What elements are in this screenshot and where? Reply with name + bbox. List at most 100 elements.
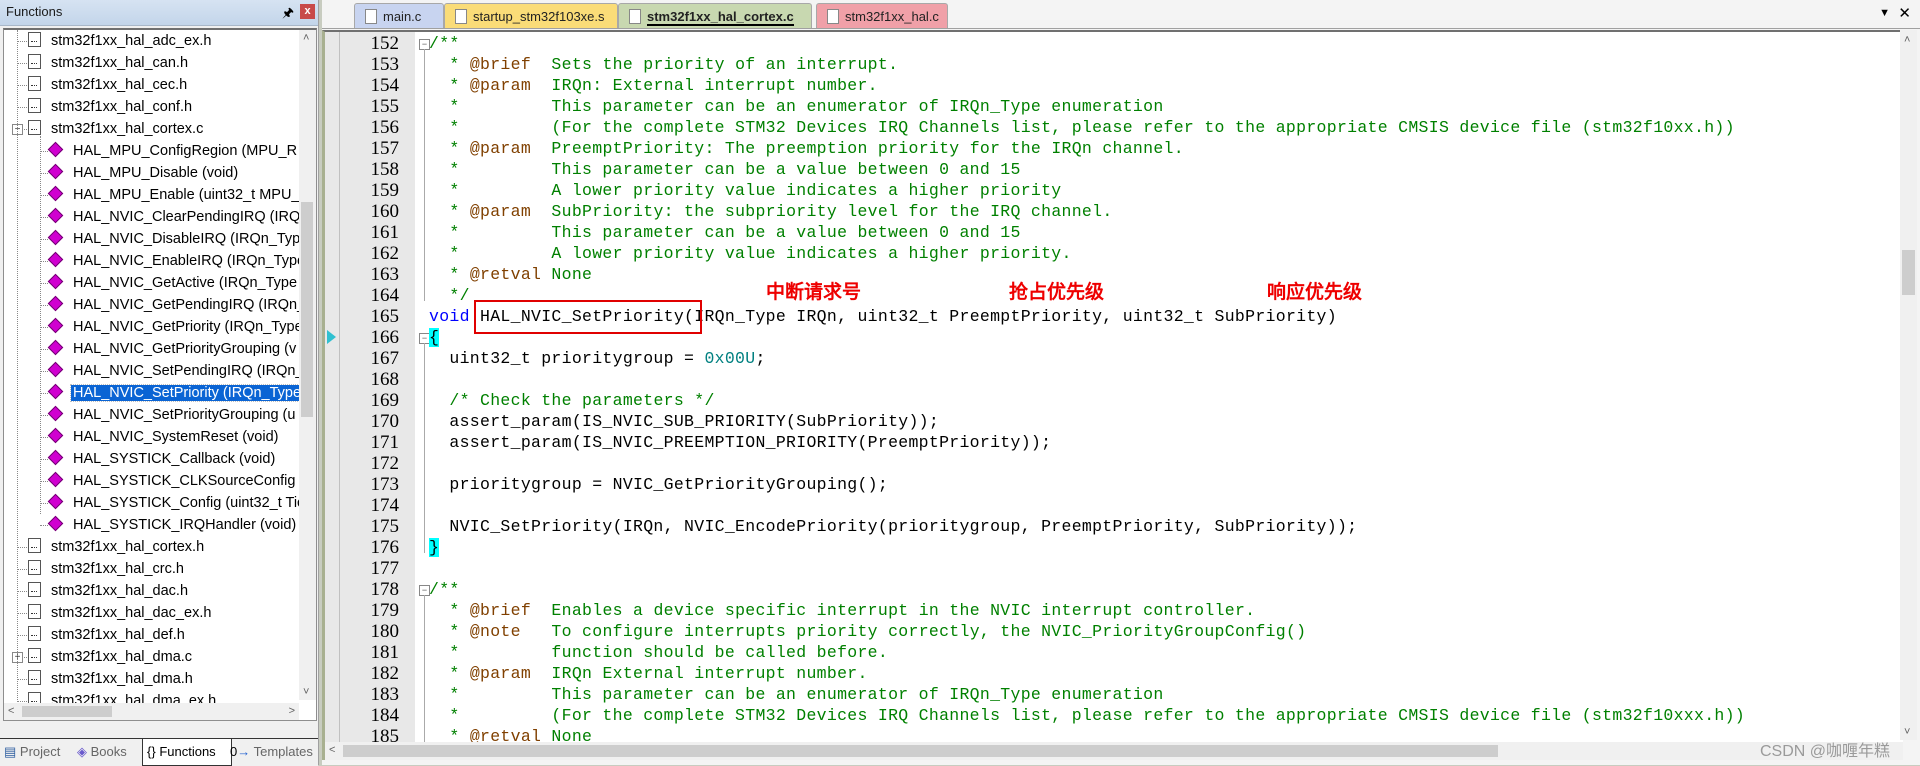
tree-file-item[interactable]: stm32f1xx_hal_cortex.h	[28, 536, 206, 558]
code-line: * @brief Enables a device specific inter…	[429, 600, 1255, 621]
line-number: 181	[370, 642, 400, 663]
scroll-down-icon[interactable]: ˅	[1904, 726, 1910, 738]
comment-text: PreemptPriority: The preemption priority…	[531, 139, 1184, 158]
doc-tag: @param	[469, 664, 532, 683]
function-icon	[47, 163, 64, 180]
tree-function-item[interactable]: HAL_MPU_Disable (void)	[47, 162, 240, 184]
close-icon[interactable]: x	[300, 4, 315, 19]
tree-file-item[interactable]: stm32f1xx_hal_dac_ex.h	[28, 602, 213, 624]
tree-item-label: HAL_NVIC_DisableIRQ (IRQn_Type	[73, 231, 309, 247]
tree-file-item[interactable]: stm32f1xx_hal_dac.h	[28, 580, 190, 602]
line-number: 165	[370, 306, 400, 327]
code-line: /**	[429, 33, 460, 54]
close-tab-icon[interactable]: ✕	[1898, 4, 1911, 22]
tree-file-item[interactable]: stm32f1xx_hal_adc_ex.h	[28, 30, 213, 52]
panel-title: Functions	[6, 4, 63, 19]
tree-function-item[interactable]: HAL_SYSTICK_Config (uint32_t Tic	[47, 492, 306, 514]
tree-function-item[interactable]: HAL_NVIC_GetActive (IRQn_Type I	[47, 272, 307, 294]
scroll-down-icon[interactable]: ˅	[303, 686, 309, 698]
tree-connector	[40, 349, 48, 350]
code-line: /**	[429, 579, 460, 600]
tree-connector	[40, 305, 48, 306]
function-icon	[47, 339, 64, 356]
code-editor[interactable]: 152−/** 153 * @brief Sets the priority of…	[322, 30, 1903, 742]
tree-function-item[interactable]: HAL_SYSTICK_IRQHandler (void)	[47, 514, 298, 536]
tree-function-item[interactable]: HAL_MPU_ConfigRegion (MPU_R	[47, 140, 299, 162]
line-number: 168	[370, 369, 400, 390]
code-text: }	[429, 538, 440, 557]
tree-file-item[interactable]: stm32f1xx_hal_cortex.c	[28, 118, 205, 140]
code-vscroll-thumb[interactable]	[1902, 250, 1915, 295]
tree-function-item[interactable]: HAL_NVIC_GetPriority (IRQn_Type	[47, 316, 305, 338]
scroll-up-icon[interactable]: ˄	[1904, 34, 1910, 46]
code-line: * (For the complete STM32 Devices IRQ Ch…	[429, 705, 1745, 726]
tree-function-item[interactable]: HAL_NVIC_EnableIRQ (IRQn_Type	[47, 250, 307, 272]
comment-text: IRQn External interrupt number.	[531, 664, 868, 683]
tree-function-item[interactable]: HAL_NVIC_GetPriorityGrouping (v	[47, 338, 298, 360]
function-icon	[47, 449, 64, 466]
scroll-up-icon[interactable]: ˄	[303, 32, 309, 44]
tab-main-c[interactable]: main.c	[354, 3, 444, 28]
line-number: 167	[370, 348, 400, 369]
code-line: uint32_t prioritygroup = 0x00U;	[429, 348, 766, 369]
scroll-left-icon[interactable]: <	[8, 705, 14, 717]
tree-item-label: HAL_NVIC_EnableIRQ (IRQn_Type	[73, 253, 306, 269]
tree-vscroll-thumb[interactable]	[301, 202, 313, 417]
tree-function-item[interactable]: HAL_MPU_Enable (uint32_t MPU_	[47, 184, 301, 206]
tree-function-item[interactable]: HAL_NVIC_GetPendingIRQ (IRQn_	[47, 294, 307, 316]
fold-guide	[424, 343, 425, 553]
tree-file-item[interactable]: stm32f1xx_hal_dma.c	[28, 646, 194, 668]
tree-function-item[interactable]: HAL_SYSTICK_Callback (void)	[47, 448, 277, 470]
tree-function-item[interactable]: HAL_NVIC_SetPriorityGrouping (u	[47, 404, 297, 426]
tab-hal-c[interactable]: stm32f1xx_hal.c	[816, 3, 948, 28]
file-icon	[28, 538, 41, 553]
function-icon	[47, 383, 64, 400]
tree-file-item[interactable]: stm32f1xx_hal_crc.h	[28, 558, 186, 580]
tree-item-label: HAL_SYSTICK_Callback (void)	[73, 451, 276, 467]
code-hscroll-thumb[interactable]	[343, 745, 1498, 757]
tree-function-item[interactable]: HAL_NVIC_SetPendingIRQ (IRQn_	[47, 360, 306, 382]
comment-text: * This parameter can be a value between …	[429, 223, 1021, 242]
file-icon	[28, 604, 41, 619]
file-tab-bar: main.c startup_stm32f103xe.s stm32f1xx_h…	[322, 0, 1920, 29]
line-number: 179	[370, 600, 400, 621]
tree-function-item[interactable]: HAL_NVIC_ClearPendingIRQ (IRQn	[47, 206, 310, 228]
tree-connector	[40, 151, 48, 152]
tree-function-item[interactable]: HAL_NVIC_SetPriority (IRQn_Type	[47, 382, 305, 404]
tab-books[interactable]: ◈ Books	[77, 739, 143, 765]
tab-functions[interactable]: {} Functions	[142, 739, 232, 766]
code-line: * This parameter can be a value between …	[429, 222, 1021, 243]
tree-function-item[interactable]: HAL_NVIC_DisableIRQ (IRQn_Type	[47, 228, 310, 250]
functions-panel: Functions 🖈 x stm32f1xx_hal_adc_ex.h stm3…	[0, 0, 319, 766]
tab-list-dropdown-icon[interactable]: ▼	[1879, 7, 1890, 19]
tree-connector	[17, 63, 27, 64]
code-line: * @brief Sets the priority of an interru…	[429, 54, 898, 75]
tab-project[interactable]: ▤ Project	[4, 739, 74, 765]
file-icon	[28, 32, 41, 47]
line-number: 163	[370, 264, 400, 285]
tree-connector	[40, 217, 48, 218]
code-horizontal-scrollbar[interactable]: <	[322, 742, 1903, 760]
books-icon: ◈	[77, 744, 87, 759]
tab-cortex-c[interactable]: stm32f1xx_hal_cortex.c	[618, 3, 812, 28]
tree-file-item[interactable]: stm32f1xx_hal_dma.h	[28, 668, 195, 690]
line-number: 175	[370, 516, 400, 537]
scroll-left-icon[interactable]: <	[329, 744, 335, 756]
tab-startup-s[interactable]: startup_stm32f103xe.s	[444, 3, 618, 28]
tree-function-item[interactable]: HAL_NVIC_SystemReset (void)	[47, 426, 281, 448]
tree-vertical-scrollbar[interactable]: ˄ ˅	[299, 30, 316, 700]
tree-file-item[interactable]: stm32f1xx_hal_def.h	[28, 624, 187, 646]
tree-hscroll-thumb[interactable]	[22, 706, 112, 717]
tree-function-item[interactable]: HAL_SYSTICK_CLKSourceConfig (u	[47, 470, 314, 492]
code-vertical-scrollbar[interactable]: ˄ ˅	[1900, 30, 1917, 740]
file-icon	[28, 120, 41, 135]
tree-file-item[interactable]: stm32f1xx_hal_conf.h	[28, 96, 194, 118]
tab-templates[interactable]: 0→ Templates	[230, 739, 318, 765]
pin-icon[interactable]: 🖈	[282, 4, 294, 26]
code-text: assert_param(IS_NVIC_PREEMPTION_PRIORITY…	[429, 433, 1052, 452]
tree-file-item[interactable]: stm32f1xx_hal_can.h	[28, 52, 190, 74]
tree-horizontal-scrollbar[interactable]: < >	[4, 703, 299, 720]
scroll-right-icon[interactable]: >	[289, 705, 295, 717]
tree-item-label: HAL_NVIC_SystemReset (void)	[73, 429, 279, 445]
tree-file-item[interactable]: stm32f1xx_hal_cec.h	[28, 74, 189, 96]
